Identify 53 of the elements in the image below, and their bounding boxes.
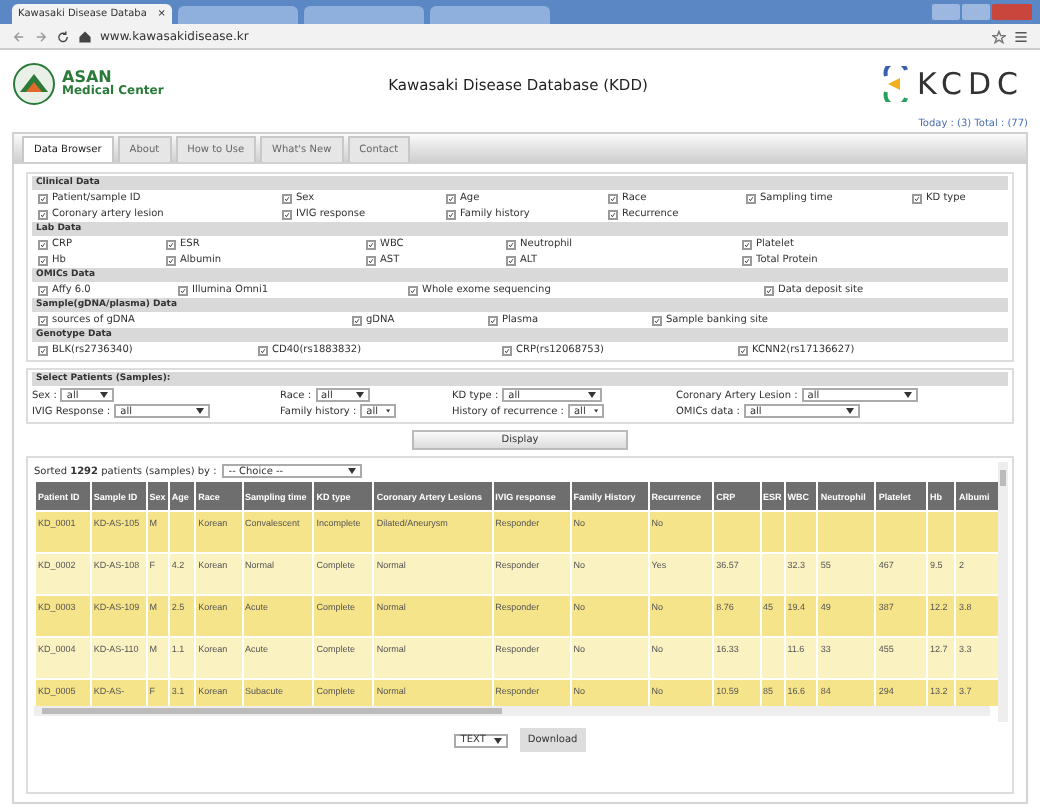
checkbox[interactable]	[166, 239, 176, 249]
checkbox[interactable]	[282, 209, 292, 219]
checkbox[interactable]	[608, 209, 618, 219]
caret-icon	[493, 737, 502, 743]
checkbox[interactable]	[742, 255, 752, 265]
vertical-scrollbar[interactable]	[998, 462, 1008, 722]
logo-icon	[882, 66, 911, 102]
checkbox[interactable]	[446, 193, 456, 203]
checkbox[interactable]	[506, 239, 516, 249]
caret-icon	[348, 468, 357, 474]
logo-text: ASAN	[62, 69, 112, 86]
checkbox[interactable]	[742, 239, 752, 249]
reload-icon[interactable]	[56, 29, 70, 43]
checkbox[interactable]	[746, 193, 756, 203]
checkbox[interactable]	[488, 315, 498, 325]
checkbox[interactable]	[38, 193, 48, 203]
checkbox[interactable]	[738, 345, 748, 355]
checkbox[interactable]	[408, 285, 418, 295]
caret-icon	[100, 392, 109, 398]
back-icon[interactable]	[12, 29, 26, 43]
checkbox[interactable]	[366, 239, 376, 249]
caret-icon	[903, 392, 912, 398]
checkbox[interactable]	[764, 285, 774, 295]
checkbox[interactable]	[352, 315, 362, 325]
caret-icon	[386, 408, 391, 414]
forward-icon[interactable]	[34, 29, 48, 43]
caret-icon	[588, 392, 597, 398]
checkbox[interactable]	[38, 239, 48, 249]
checkbox[interactable]	[38, 345, 48, 355]
checkbox[interactable]	[38, 315, 48, 325]
logo-text: KCDC	[916, 66, 1024, 102]
logo-icon	[12, 62, 56, 106]
checkbox[interactable]	[166, 255, 176, 265]
checkbox[interactable]	[608, 193, 618, 203]
checkbox[interactable]	[38, 255, 48, 265]
caret-icon	[355, 392, 364, 398]
caret-icon	[196, 408, 205, 414]
star-icon[interactable]	[992, 29, 1006, 43]
checkbox[interactable]	[912, 193, 922, 203]
checkbox[interactable]	[258, 345, 268, 355]
checkbox[interactable]	[366, 255, 376, 265]
checkbox[interactable]	[502, 345, 512, 355]
home-icon[interactable]	[78, 29, 92, 43]
horizontal-scrollbar[interactable]	[34, 706, 990, 716]
caret-icon	[845, 408, 854, 414]
checkbox[interactable]	[506, 255, 516, 265]
checkbox[interactable]	[282, 193, 292, 203]
checkbox[interactable]	[446, 209, 456, 219]
menu-icon[interactable]	[1014, 29, 1028, 43]
checkbox[interactable]	[38, 209, 48, 219]
checkbox[interactable]	[652, 315, 662, 325]
checkbox[interactable]	[38, 285, 48, 295]
checkbox[interactable]	[178, 285, 188, 295]
